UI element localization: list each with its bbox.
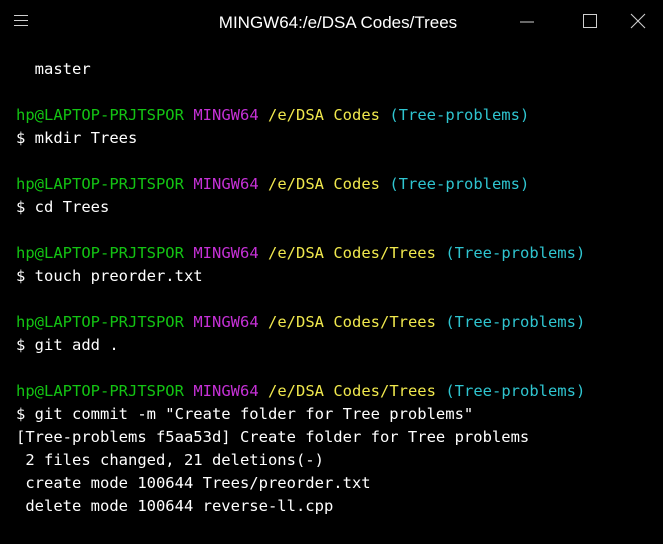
output-line: 2 files changed, 21 deletions(-) bbox=[16, 451, 324, 469]
prompt-path: /e/DSA Codes/Trees bbox=[268, 313, 436, 331]
output-line: [Tree-problems f5aa53d] Create folder fo… bbox=[16, 428, 530, 446]
window-title: MINGW64:/e/DSA Codes/Trees bbox=[218, 13, 458, 32]
prompt-env: MINGW64 bbox=[193, 313, 259, 331]
prompt-path: /e/DSA Codes/Trees bbox=[268, 382, 436, 400]
prompt-branch: (Tree-problems) bbox=[389, 106, 530, 124]
command-line: $ git commit -m "Create folder for Tree … bbox=[16, 405, 474, 423]
prompt-user: hp@LAPTOP-PRJTSPOR bbox=[16, 106, 184, 124]
prompt-line: hp@LAPTOP-PRJTSPOR MINGW64 /e/DSA Codes … bbox=[16, 104, 663, 127]
hamburger-icon[interactable] bbox=[14, 15, 28, 27]
close-button[interactable] bbox=[624, 10, 654, 34]
terminal-output[interactable]: master hp@LAPTOP-PRJTSPOR MINGW64 /e/DSA … bbox=[0, 58, 663, 544]
prompt-branch: (Tree-problems) bbox=[389, 175, 530, 193]
prompt-path: /e/DSA Codes bbox=[268, 106, 380, 124]
command-line: $ mkdir Trees bbox=[16, 129, 138, 147]
minimize-button[interactable] bbox=[518, 10, 548, 34]
title-bar[interactable]: MINGW64:/e/DSA Codes/Trees bbox=[0, 0, 663, 46]
maximize-button[interactable] bbox=[575, 10, 605, 34]
prompt-line: hp@LAPTOP-PRJTSPOR MINGW64 /e/DSA Codes/… bbox=[16, 311, 663, 334]
prompt-user: hp@LAPTOP-PRJTSPOR bbox=[16, 175, 184, 193]
prompt-path: /e/DSA Codes/Trees bbox=[268, 244, 436, 262]
command-line: $ git add . bbox=[16, 336, 119, 354]
output-line: create mode 100644 Trees/preorder.txt bbox=[16, 474, 371, 492]
prompt-env: MINGW64 bbox=[193, 175, 259, 193]
output-line: master bbox=[16, 60, 91, 78]
prompt-user: hp@LAPTOP-PRJTSPOR bbox=[16, 313, 184, 331]
prompt-path: /e/DSA Codes bbox=[268, 175, 380, 193]
prompt-line: hp@LAPTOP-PRJTSPOR MINGW64 /e/DSA Codes/… bbox=[16, 242, 663, 265]
command-line: $ cd Trees bbox=[16, 198, 110, 216]
minimize-icon bbox=[520, 21, 534, 23]
terminal-window: MINGW64:/e/DSA Codes/Trees master hp@LAPT… bbox=[0, 0, 663, 544]
prompt-env: MINGW64 bbox=[193, 106, 259, 124]
prompt-line: hp@LAPTOP-PRJTSPOR MINGW64 /e/DSA Codes … bbox=[16, 173, 663, 196]
prompt-env: MINGW64 bbox=[193, 244, 259, 262]
command-line: $ touch preorder.txt bbox=[16, 267, 203, 285]
prompt-branch: (Tree-problems) bbox=[445, 313, 586, 331]
close-icon bbox=[630, 13, 646, 29]
prompt-branch: (Tree-problems) bbox=[445, 382, 586, 400]
prompt-line: hp@LAPTOP-PRJTSPOR MINGW64 /e/DSA Codes/… bbox=[16, 380, 663, 403]
prompt-user: hp@LAPTOP-PRJTSPOR bbox=[16, 244, 184, 262]
prompt-env: MINGW64 bbox=[193, 382, 259, 400]
output-line: delete mode 100644 reverse-ll.cpp bbox=[16, 497, 334, 515]
prompt-branch: (Tree-problems) bbox=[445, 244, 586, 262]
maximize-icon bbox=[583, 14, 597, 28]
prompt-user: hp@LAPTOP-PRJTSPOR bbox=[16, 382, 184, 400]
